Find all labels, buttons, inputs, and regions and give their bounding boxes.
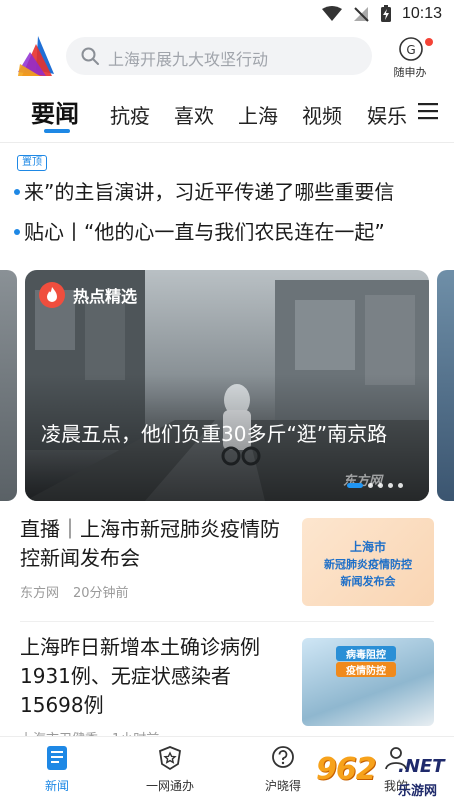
notification-dot [425, 38, 433, 46]
news-icon [47, 746, 67, 770]
pinned-headline[interactable]: 贴心丨“他的心一直与我们农民连在一起” [14, 216, 438, 246]
watermark-digits: 962 [316, 752, 377, 787]
tab-yule[interactable]: 娱乐 [367, 100, 407, 129]
news-item[interactable]: 上海昨日新增本土确诊病例1931例、无症状感染者15698例 上海市卫健委1小时… [0, 630, 454, 747]
carousel-dot[interactable] [388, 483, 393, 488]
thumb-line: 上海市 [349, 540, 386, 554]
bullet-dot [14, 228, 20, 235]
channel-tabs: 要闻 抗疫 喜欢 上海 视频 娱乐 [0, 86, 454, 136]
thumb-line: 病毒阻控 [336, 646, 396, 661]
nav-huxiaode[interactable]: 沪晓得 [243, 745, 323, 794]
wifi-icon [321, 6, 342, 21]
star-shield-icon [159, 746, 181, 771]
bullet-dot [14, 188, 20, 195]
watermark-subtitle: 乐游网 [398, 784, 438, 799]
carousel-dot[interactable] [378, 483, 383, 488]
thumb-line: 新冠肺炎疫情防控 [324, 558, 412, 571]
carousel-next-slide[interactable] [437, 270, 454, 501]
no-signal-icon [353, 7, 369, 22]
site-watermark: 962 .NET 乐游网 [316, 752, 450, 804]
banner-title: 凌晨五点，他们负重30多斤“逛”南京路 [41, 422, 388, 446]
suishen-label: 随申办 [393, 66, 427, 79]
nav-label: 一网通办 [145, 779, 194, 793]
status-time: 10:13 [401, 5, 442, 22]
thumb-line: 疫情防控 [336, 662, 396, 677]
nav-label: 新闻 [44, 779, 69, 793]
tab-shipin[interactable]: 视频 [302, 100, 342, 129]
nav-yiwangtongban[interactable]: 一网通办 [130, 745, 210, 794]
pinned-headline-text: 来”的主旨演讲，习近平传递了哪些重要信 [24, 180, 395, 204]
search-icon [81, 47, 99, 65]
status-icons: 10:13 [321, 5, 442, 23]
suishen-button[interactable]: G 随申办 [386, 34, 434, 82]
menu-icon[interactable] [418, 102, 438, 120]
question-bubble-icon [272, 746, 294, 768]
hot-pick-banner[interactable]: 热点精选 凌晨五点，他们负重30多斤“逛”南京路 东方网 [25, 270, 429, 501]
carousel-dot[interactable] [347, 483, 363, 488]
app-logo[interactable] [16, 34, 56, 78]
banner-tag: 热点精选 [39, 282, 137, 308]
tab-shanghai[interactable]: 上海 [238, 100, 278, 129]
thumb-line: 新闻发布会 [340, 575, 396, 588]
carousel-dots [347, 483, 403, 488]
carousel-prev-slide[interactable] [0, 270, 17, 501]
carousel-dot[interactable] [368, 483, 373, 488]
news-time: 20分钟前 [73, 586, 129, 601]
pinned-headline[interactable]: 来”的主旨演讲，习近平传递了哪些重要信 [14, 176, 438, 206]
news-title: 上海昨日新增本土确诊病例1931例、无症状感染者15698例 [20, 635, 260, 717]
pinned-headline-text: 贴心丨“他的心一直与我们农民连在一起” [24, 220, 385, 244]
watermark-suffix: .NET [398, 756, 445, 777]
active-tab-indicator [44, 129, 70, 133]
tabs-divider [0, 142, 454, 143]
news-divider [20, 621, 434, 622]
pinned-badge: 置顶 [17, 155, 47, 171]
status-bar: 10:13 [0, 0, 454, 32]
news-item[interactable]: 直播｜上海市新冠肺炎疫情防控新闻发布会 东方网 20分钟前 上海市 新冠肺炎疫情防… [0, 512, 454, 622]
news-source: 东方网 [20, 586, 60, 601]
banner-tag-text: 热点精选 [73, 287, 138, 306]
tab-yaowen[interactable]: 要闻 [31, 94, 79, 129]
tab-kangyi[interactable]: 抗疫 [110, 100, 150, 129]
suishen-icon: G [399, 37, 423, 61]
flame-icon [39, 282, 65, 308]
battery-charging-icon [380, 5, 391, 22]
search-placeholder: 上海开展九大攻坚行动 [108, 50, 269, 69]
carousel-dot[interactable] [398, 483, 403, 488]
news-thumbnail: 病毒阻控 疫情防控 [302, 638, 434, 726]
news-title: 直播｜上海市新冠肺炎疫情防控新闻发布会 [20, 517, 280, 570]
header: 上海开展九大攻坚行动 G 随申办 [0, 32, 454, 84]
news-thumbnail: 上海市 新冠肺炎疫情防控 新闻发布会 [302, 518, 434, 606]
nav-news[interactable]: 新闻 [17, 745, 97, 794]
news-meta: 东方网 20分钟前 [20, 582, 129, 601]
nav-label: 沪晓得 [264, 779, 301, 793]
search-input[interactable]: 上海开展九大攻坚行动 [66, 37, 372, 75]
tab-xihuan[interactable]: 喜欢 [174, 100, 214, 129]
svg-text:G: G [406, 43, 415, 57]
